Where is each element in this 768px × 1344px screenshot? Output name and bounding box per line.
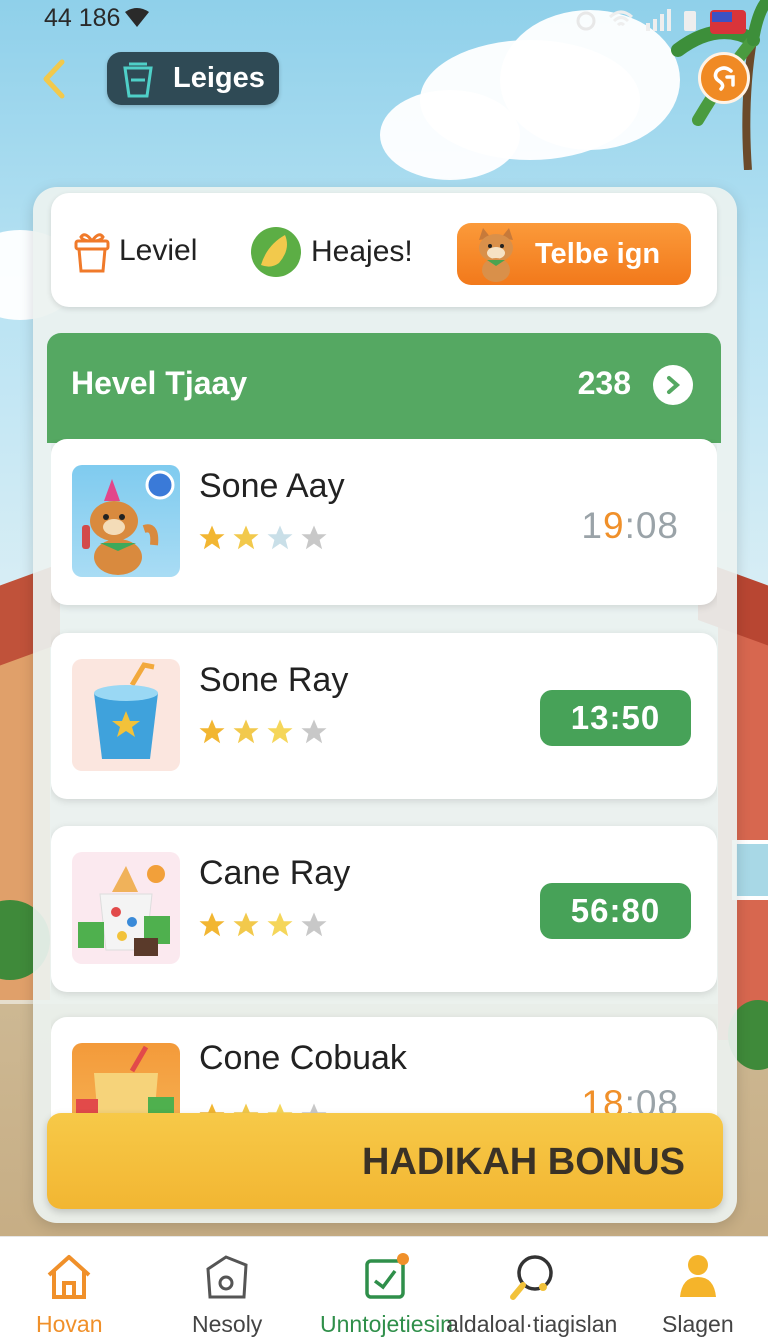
nav-tags[interactable]: aldaloal·tiagislan (446, 1251, 617, 1338)
star-filled-icon (233, 912, 259, 937)
title-pill: Leiges (107, 52, 279, 105)
level-label: Leviel (119, 234, 198, 267)
checklist-icon (365, 1253, 410, 1299)
star-rating (197, 717, 329, 747)
item-time: 13:50 (540, 690, 691, 746)
gift-icon (74, 233, 110, 273)
hearts-item[interactable]: Heajes! (249, 225, 413, 279)
cat-mascot-icon (479, 228, 513, 282)
gift-bucket-thumb (72, 852, 180, 964)
level-item[interactable]: Leviel (73, 229, 197, 273)
swirl-icon (713, 66, 735, 91)
leaf-badge-icon (251, 227, 301, 277)
squirrel-party-thumb (72, 465, 180, 577)
promo-button[interactable]: Telbe ign (457, 223, 691, 285)
section-title: Hevel Tjaay (71, 365, 248, 401)
star-rating (197, 523, 329, 553)
alarm-icon (576, 11, 596, 31)
hearts-label: Heajes! (311, 235, 413, 268)
cell-signal-icon (646, 9, 671, 31)
person-icon (679, 1255, 716, 1297)
status-icons (574, 4, 748, 36)
item-name: Cane Ray (199, 854, 351, 892)
nav-label: Unntojetiesin (320, 1311, 453, 1337)
wifi-icon (608, 10, 634, 27)
bonus-label: HADIKAH BONUS (362, 1141, 685, 1183)
main-panel: Leviel Heajes! Telbe ign Hevel Tjaay 238… (33, 187, 737, 1223)
section-count: 238 (577, 365, 631, 401)
page-title: Leiges (173, 62, 265, 94)
promo-label: Telbe ign (535, 237, 661, 270)
list-item[interactable]: Cane Ray 56:80 (51, 826, 717, 992)
star-filled-icon (199, 719, 225, 744)
battery-icon (684, 11, 696, 31)
star-empty-icon (301, 525, 327, 550)
nav-home[interactable]: Hovan (36, 1251, 102, 1338)
chevron-right-icon[interactable] (653, 365, 693, 405)
star-rating (197, 910, 329, 940)
status-time: 44 186 (44, 4, 121, 32)
star-filled-icon (199, 525, 225, 550)
item-name: Sone Aay (199, 467, 345, 505)
cup-icon (123, 62, 153, 97)
gift-badge-icon (710, 10, 746, 34)
nav-tasks[interactable]: Unntojetiesin (320, 1251, 453, 1338)
star-empty-icon (301, 719, 327, 744)
nav-label: aldaloal·tiagislan (446, 1311, 618, 1337)
home-icon (47, 1255, 91, 1299)
list-item[interactable]: Sone Aay 19:08 (51, 439, 717, 605)
item-time: 56:80 (540, 883, 691, 939)
header: Leiges (0, 52, 768, 106)
summary-card: Leviel Heajes! Telbe ign (51, 193, 717, 307)
list-item[interactable]: Sone Ray 13:50 (51, 633, 717, 799)
item-name: Cone Cobuak (199, 1039, 407, 1077)
star-filled-icon (267, 719, 293, 744)
nav-profile[interactable]: Slagen (662, 1251, 734, 1338)
item-time: 19:08 (581, 505, 679, 546)
star-empty-icon (301, 912, 327, 937)
item-name: Sone Ray (199, 661, 349, 699)
signal-icon (125, 8, 149, 27)
star-filled-icon (233, 525, 259, 550)
drink-cup-thumb (72, 659, 180, 771)
document-icon (206, 1255, 248, 1299)
nav-label: Slagen (662, 1311, 734, 1337)
smoothie-thumb (72, 1043, 180, 1119)
list-item[interactable]: Cone Cobuak 18:08 (51, 1017, 717, 1119)
section-header[interactable]: Hevel Tjaay 238 (47, 333, 721, 443)
nav-label: Hovan (36, 1311, 103, 1337)
profile-button[interactable] (698, 52, 750, 104)
bottom-nav: Hovan Nesoly Unntojetiesin aldaloal·tiag… (0, 1236, 768, 1344)
bonus-button[interactable]: HADIKAH BONUS (47, 1113, 723, 1209)
nav-news[interactable]: Nesoly (192, 1251, 262, 1338)
back-button[interactable] (36, 56, 72, 102)
status-bar: 44 186 (0, 0, 768, 36)
star-filled-icon (267, 912, 293, 937)
level-list: Sone Aay 19:08 Sone Ray 13:50 Cane Ray 5… (51, 439, 717, 1119)
star-empty-icon (267, 525, 293, 550)
tag-icon (509, 1255, 553, 1300)
nav-label: Nesoly (192, 1311, 263, 1337)
star-filled-icon (199, 912, 225, 937)
star-filled-icon (233, 719, 259, 744)
